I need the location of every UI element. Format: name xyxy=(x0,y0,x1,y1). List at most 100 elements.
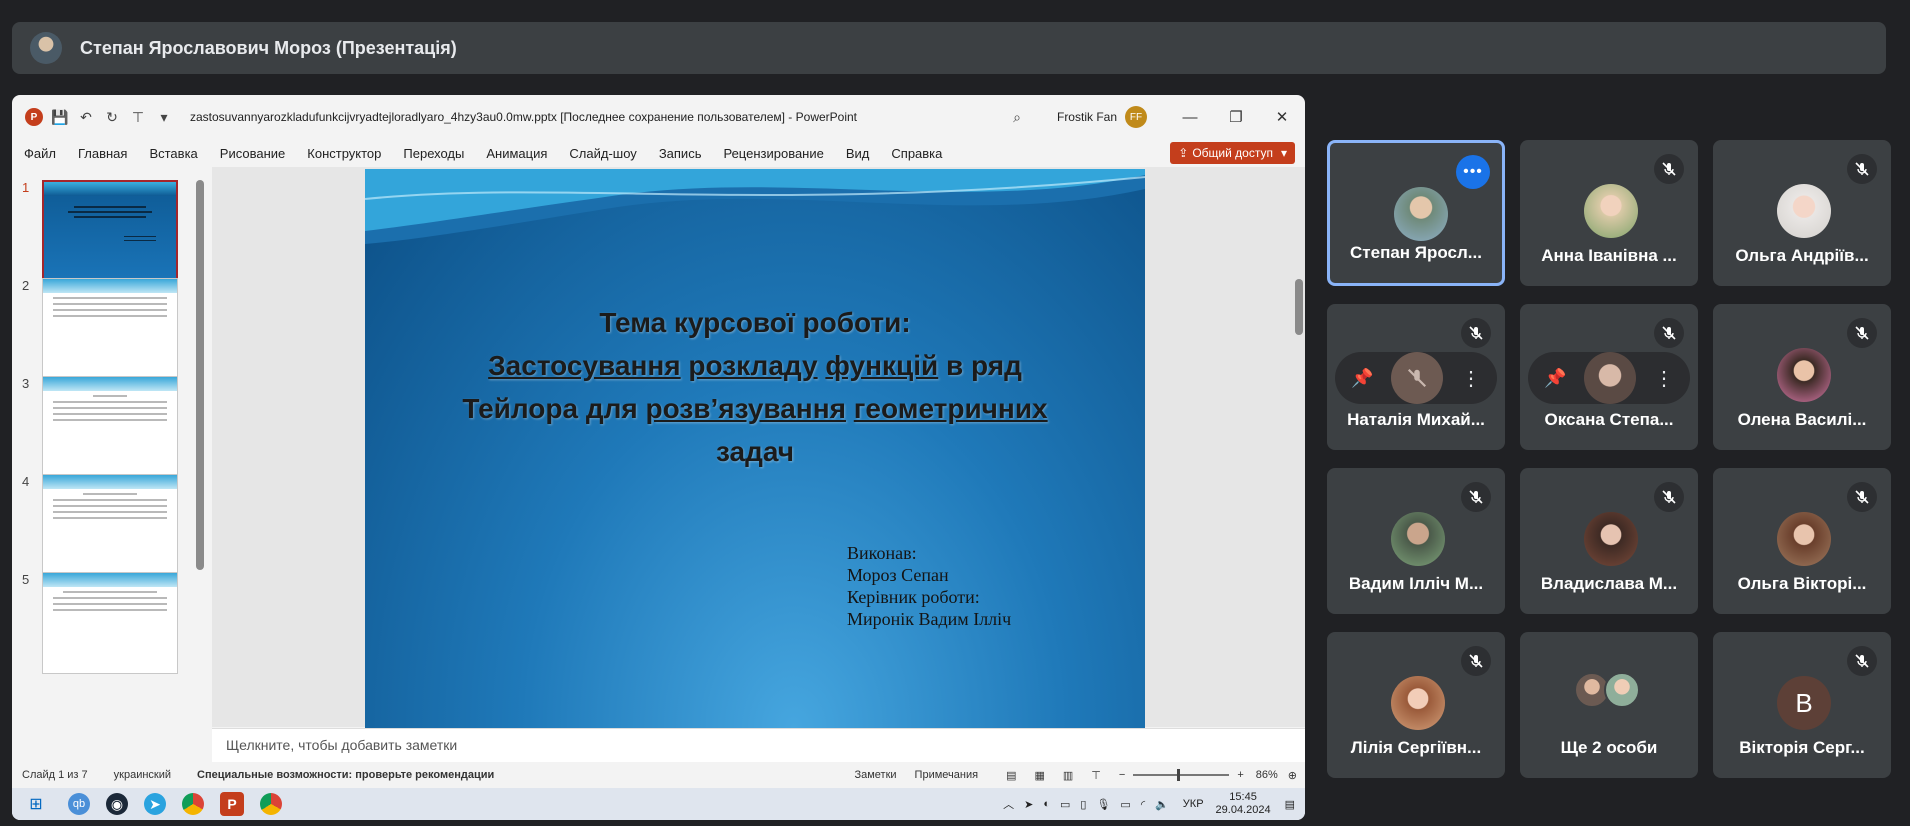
wifi-icon[interactable]: ◜ xyxy=(1141,798,1145,811)
zoom-out-icon[interactable]: − xyxy=(1119,769,1125,781)
user-avatar[interactable]: FF xyxy=(1125,106,1147,128)
participant-tile[interactable]: ••• Степан Яросл... xyxy=(1327,140,1505,286)
presenter-title: Степан Ярославович Мороз (Презентація) xyxy=(80,37,457,58)
editor-scrollbar[interactable] xyxy=(1295,279,1303,335)
steam-icon[interactable]: ◉ xyxy=(106,793,128,815)
close-icon[interactable]: ✕ xyxy=(1259,108,1305,126)
more-vert-icon[interactable]: ⋮ xyxy=(1461,366,1481,391)
microphone-icon[interactable]: 🎙 xyxy=(1096,798,1110,811)
participant-tile[interactable]: В Вікторія Серг... xyxy=(1713,632,1891,778)
reading-view-icon[interactable]: ▥ xyxy=(1063,769,1073,782)
thumbnail-2[interactable]: 2 xyxy=(12,278,212,383)
participant-tile[interactable]: Олена Василі... xyxy=(1713,304,1891,450)
chrome-profile-icon[interactable] xyxy=(260,793,282,815)
save-icon[interactable]: 💾 xyxy=(50,107,70,127)
notes-field[interactable]: Щелкните, чтобы добавить заметки xyxy=(212,728,1305,762)
undo-icon[interactable]: ↶ xyxy=(76,107,96,127)
thumbnail-5[interactable]: 5 xyxy=(12,572,212,677)
tab-transitions[interactable]: Переходы xyxy=(403,146,464,161)
windows-start-icon[interactable]: ⊞ xyxy=(22,790,50,818)
slide-counter: Слайд 1 из 7 xyxy=(22,769,88,781)
tab-animations[interactable]: Анимация xyxy=(486,146,547,161)
mic-off-icon xyxy=(1654,482,1684,512)
zoom-level[interactable]: 86% xyxy=(1256,769,1278,781)
more-options-icon[interactable]: ••• xyxy=(1456,155,1490,189)
participant-name: Ольга Андріїв... xyxy=(1735,246,1869,265)
zoom-slider[interactable] xyxy=(1133,769,1230,781)
title-line-2: Застосування розкладу функцій в ряд xyxy=(488,350,1022,381)
notifications-icon[interactable]: ▤ xyxy=(1285,798,1295,811)
tab-insert[interactable]: Вставка xyxy=(149,146,197,161)
zoom-in-icon[interactable]: + xyxy=(1237,769,1243,781)
participant-tile[interactable]: Лілія Сергіївн... xyxy=(1327,632,1505,778)
tab-help[interactable]: Справка xyxy=(891,146,942,161)
present-icon[interactable]: ⊤ xyxy=(128,107,148,127)
tab-view[interactable]: Вид xyxy=(846,146,870,161)
participant-tile[interactable]: 📌 ⋮ Оксана Степа... xyxy=(1520,304,1698,450)
presenter-bar: Степан Ярославович Мороз (Презентація) xyxy=(12,22,1886,74)
status-bar: Слайд 1 из 7 украинский Специальные возм… xyxy=(12,762,1305,788)
tab-record[interactable]: Запись xyxy=(659,146,702,161)
powerpoint-taskbar-icon[interactable]: P xyxy=(220,792,244,816)
thumbnails-scrollbar[interactable] xyxy=(196,180,204,570)
normal-view-icon[interactable]: ▤ xyxy=(1006,769,1016,782)
participant-avatar xyxy=(1777,184,1831,238)
restore-icon[interactable]: ❐ xyxy=(1213,108,1259,126)
author-line: Мороз Сепан xyxy=(847,565,949,585)
clock[interactable]: 15:45 29.04.2024 xyxy=(1216,791,1271,817)
participant-tile[interactable]: Анна Іванівна ... xyxy=(1520,140,1698,286)
display-icon[interactable]: ▭ xyxy=(1060,798,1070,811)
participant-tile[interactable]: Ольга Андріїв... xyxy=(1713,140,1891,286)
thumb-number: 1 xyxy=(22,180,30,195)
tab-slideshow[interactable]: Слайд-шоу xyxy=(569,146,636,161)
thumbnail-3[interactable]: 3 xyxy=(12,376,212,481)
pin-icon[interactable]: 📌 xyxy=(1544,368,1566,389)
fit-slide-icon[interactable]: ⊕ xyxy=(1288,769,1297,782)
mic-off-icon xyxy=(1461,318,1491,348)
chevron-up-icon[interactable]: ︿ xyxy=(1003,796,1014,812)
volume-icon[interactable]: 🔈 xyxy=(1155,798,1169,811)
accessibility-status[interactable]: Специальные возможности: проверьте реком… xyxy=(197,769,494,781)
participant-avatar xyxy=(1777,512,1831,566)
notes-toggle-button[interactable]: Заметки xyxy=(854,769,896,781)
participant-tile[interactable]: Ольга Вікторі... xyxy=(1713,468,1891,614)
telegram-icon[interactable]: ➤ xyxy=(144,793,166,815)
participant-tile[interactable]: Вадим Ілліч М... xyxy=(1327,468,1505,614)
share-label: Общий доступ xyxy=(1192,146,1273,160)
user-name[interactable]: Frostik Fan xyxy=(1057,110,1117,124)
mic-off-icon xyxy=(1847,154,1877,184)
current-slide[interactable]: Тема курсової роботи: Застосування розкл… xyxy=(365,169,1145,729)
slide-sorter-icon[interactable]: ▦ xyxy=(1034,769,1044,782)
others-tile[interactable]: Ще 2 особи xyxy=(1520,632,1698,778)
phone-icon[interactable]: ▯ xyxy=(1080,798,1086,811)
tab-draw[interactable]: Рисование xyxy=(220,146,285,161)
title-bar: P 💾 ↶ ↻ ⊤ ▾ zastosuvannyarozkladufunkcij… xyxy=(12,95,1305,139)
slideshow-icon[interactable]: ⊤ xyxy=(1091,769,1101,782)
more-vert-icon[interactable]: ⋮ xyxy=(1654,366,1674,391)
tab-file[interactable]: Файл xyxy=(24,146,56,161)
battery-icon[interactable]: ▭ xyxy=(1120,798,1130,811)
share-button[interactable]: ⇪ Общий доступ ▾ xyxy=(1170,142,1295,164)
tab-home[interactable]: Главная xyxy=(78,146,127,161)
thumbnail-4[interactable]: 4 xyxy=(12,474,212,579)
qbittorrent-icon[interactable]: qb xyxy=(68,793,90,815)
pin-icon[interactable]: 📌 xyxy=(1351,368,1373,389)
participant-name: Олена Василі... xyxy=(1737,410,1867,429)
mic-off-icon xyxy=(1847,646,1877,676)
participant-tile[interactable]: Владислава М... xyxy=(1520,468,1698,614)
tab-design[interactable]: Конструктор xyxy=(307,146,381,161)
comments-button[interactable]: Примечания xyxy=(915,769,979,781)
input-language[interactable]: УКР xyxy=(1183,798,1204,810)
chrome-icon[interactable] xyxy=(182,793,204,815)
minimize-icon[interactable]: — xyxy=(1167,109,1213,126)
participant-tile[interactable]: 📌 ⋮ Наталія Михай... xyxy=(1327,304,1505,450)
customize-toolbar-icon[interactable]: ▾ xyxy=(154,107,174,127)
language-indicator[interactable]: украинский xyxy=(114,769,171,781)
telegram-tray-icon[interactable]: ➤ xyxy=(1024,798,1033,811)
system-tray: ︿ ➤ ◐ ▭ ▯ 🎙 ▭ ◜ 🔈 УКР 15:45 29.04.2024 ▤ xyxy=(993,788,1295,820)
network-tray-icon[interactable]: ◐ xyxy=(1043,798,1050,810)
search-icon[interactable]: ⌕ xyxy=(1007,107,1027,127)
thumbnail-1[interactable]: 1 xyxy=(12,180,212,285)
tab-review[interactable]: Рецензирование xyxy=(723,146,823,161)
redo-icon[interactable]: ↻ xyxy=(102,107,122,127)
